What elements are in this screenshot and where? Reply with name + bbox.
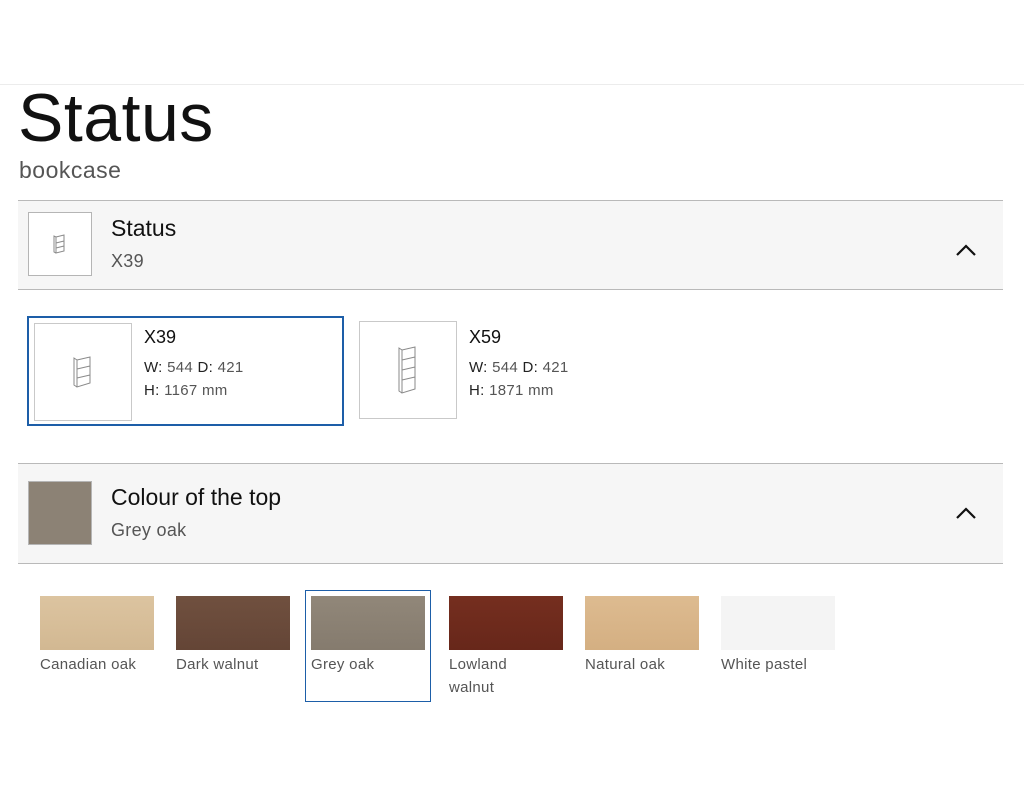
colour-swatch — [311, 596, 425, 650]
page-subtitle: bookcase — [19, 157, 122, 183]
colour-label: White pastel — [721, 656, 808, 673]
chevron-up-icon[interactable] — [955, 243, 977, 257]
model-thumbnail — [28, 212, 92, 276]
colour-label: Dark walnut — [176, 656, 259, 673]
colour-swatch — [585, 596, 699, 650]
model-section-header[interactable]: Status X39 — [18, 200, 1003, 290]
bookcase-x59-icon — [398, 346, 416, 394]
model-dimensions: W: 544 D: 421 H: 1167 mm — [144, 359, 244, 399]
chevron-up-icon[interactable] — [955, 506, 977, 520]
colour-label: Natural oak — [585, 656, 666, 673]
colour-swatch — [40, 596, 154, 650]
model-option-x39[interactable]: X39 W: 544 D: 421 H: 1167 mm — [27, 316, 344, 426]
colour-thumbnail — [28, 481, 92, 545]
colour-option-grey-oak[interactable]: Grey oak — [305, 590, 431, 702]
colour-swatch — [449, 596, 563, 650]
model-option-x59[interactable]: X59 W: 544 D: 421 H: 1871 mm — [353, 316, 670, 426]
bookcase-small-icon — [53, 234, 65, 254]
model-image — [34, 323, 132, 421]
colour-swatch — [721, 596, 835, 650]
colour-section-value: Grey oak — [111, 520, 187, 540]
model-name: X39 — [144, 327, 177, 347]
bookcase-x39-icon — [73, 356, 91, 388]
colour-label: Grey oak — [311, 656, 375, 673]
model-section-title: Status — [111, 215, 177, 241]
page-title: Status — [18, 80, 214, 156]
colour-label: Canadian oak — [40, 656, 137, 673]
colour-swatch — [176, 596, 290, 650]
model-image — [359, 321, 457, 419]
colour-section-header[interactable]: Colour of the top Grey oak — [18, 463, 1003, 564]
colour-section-title: Colour of the top — [111, 484, 282, 510]
model-section-value: X39 — [111, 251, 144, 271]
model-dimensions: W: 544 D: 421 H: 1871 mm — [469, 359, 569, 399]
colour-label: Lowland walnut — [449, 656, 507, 696]
model-name: X59 — [469, 327, 502, 347]
top-bar — [0, 0, 1024, 85]
